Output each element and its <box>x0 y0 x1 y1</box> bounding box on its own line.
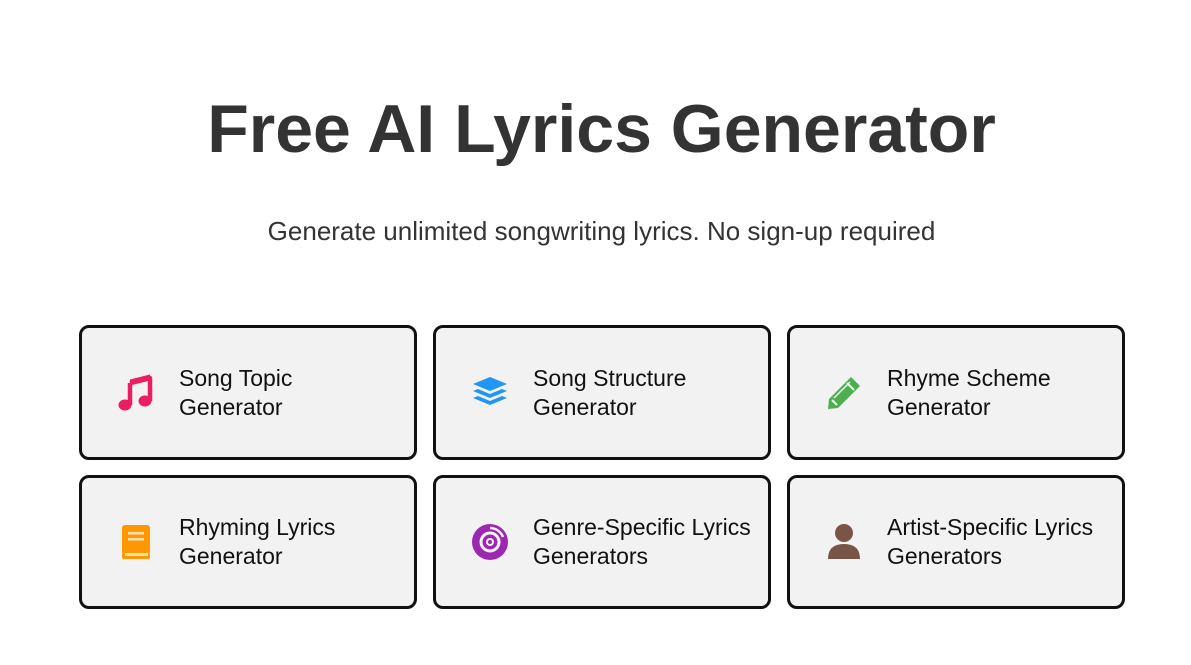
layers-icon <box>468 371 512 415</box>
song-topic-generator-card[interactable]: Song Topic Generator <box>79 325 417 460</box>
song-structure-generator-card[interactable]: Song Structure Generator <box>433 325 771 460</box>
tool-card-grid: Song Topic Generator Song Structure Gene… <box>79 325 1125 609</box>
user-icon <box>822 520 866 564</box>
tool-card-label: Genre-Specific Lyrics Generators <box>533 514 751 569</box>
rhyme-scheme-generator-card[interactable]: Rhyme Scheme Generator <box>787 325 1125 460</box>
tool-card-label: Song Topic Generator <box>179 364 293 420</box>
book-icon <box>114 520 158 564</box>
page-title: Free AI Lyrics Generator <box>207 91 996 167</box>
tool-card-label: Artist-Specific Lyrics Generators <box>887 514 1094 569</box>
rhyming-lyrics-generator-card[interactable]: Rhyming Lyrics Generator <box>79 475 417 609</box>
tool-card-label: Rhyme Scheme Generator <box>887 364 1051 420</box>
music-note-icon <box>114 371 158 415</box>
record-disc-icon <box>468 520 512 564</box>
pencil-icon <box>822 371 866 415</box>
page-subtitle: Generate unlimited songwriting lyrics. N… <box>267 216 936 246</box>
artist-specific-lyrics-generators-card[interactable]: Artist-Specific Lyrics Generators <box>787 475 1125 609</box>
genre-specific-lyrics-generators-card[interactable]: Genre-Specific Lyrics Generators <box>433 475 771 609</box>
tool-card-label: Rhyming Lyrics Generator <box>179 514 336 569</box>
tool-card-label: Song Structure Generator <box>533 364 687 420</box>
